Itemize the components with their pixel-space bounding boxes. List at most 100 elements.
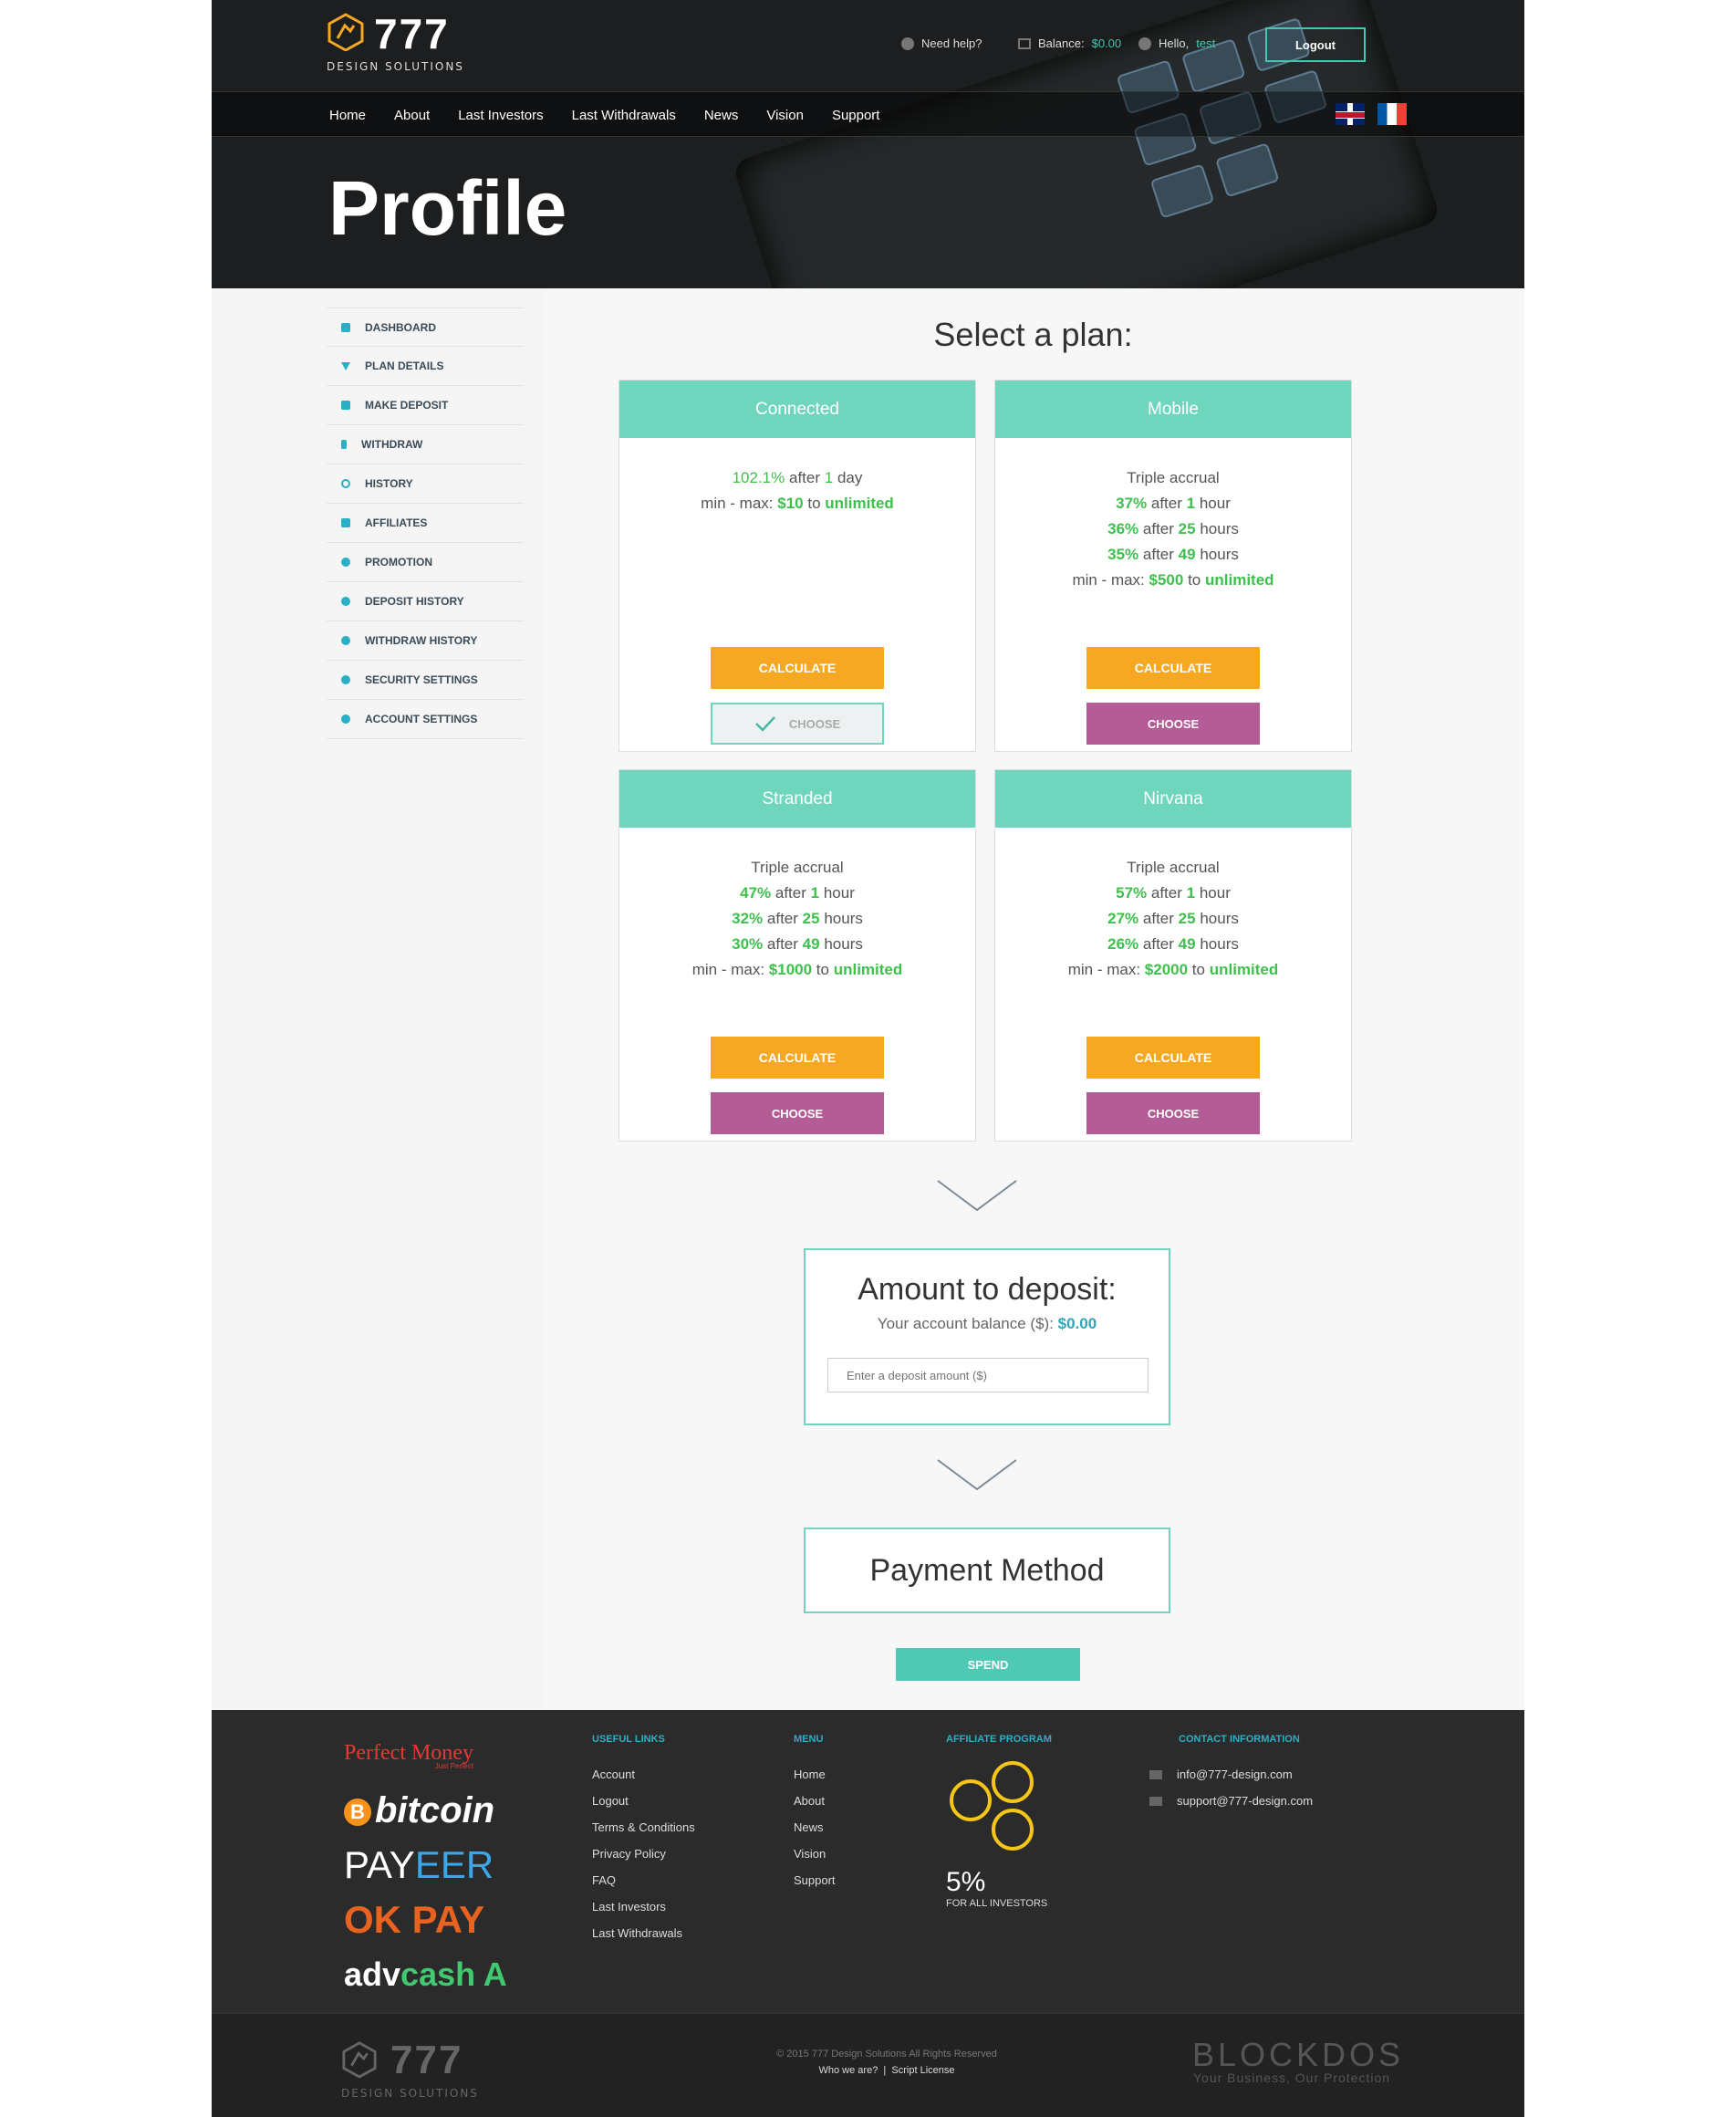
footer-logo-hexagon-icon (342, 2041, 377, 2079)
payment-method-title: Payment Method (869, 1552, 1105, 1588)
footer-menu-news[interactable]: News (794, 1814, 836, 1841)
hero-header: 777 DESIGN SOLUTIONS Need help? Balance:… (212, 0, 1524, 288)
affiliate-subtitle: FOR ALL INVESTORS (946, 1898, 1048, 1909)
sidebar-item-withdraw[interactable]: WITHDRAW (327, 425, 524, 464)
payment-method-box[interactable]: Payment Method (804, 1528, 1170, 1613)
sidebar-item-make-deposit[interactable]: MAKE DEPOSIT (327, 386, 524, 425)
footer-link-last-withdrawals[interactable]: Last Withdrawals (592, 1920, 695, 1946)
footer-link-privacy[interactable]: Privacy Policy (592, 1841, 695, 1867)
footer-link-faq[interactable]: FAQ (592, 1867, 695, 1893)
affiliates-icon (341, 518, 350, 527)
sidebar-item-affiliates[interactable]: AFFILIATES (327, 504, 524, 543)
nav-vision[interactable]: Vision (766, 108, 804, 123)
plan-name: Mobile (995, 381, 1351, 438)
footer-menu-home[interactable]: Home (794, 1761, 836, 1788)
chevron-down-icon (937, 1459, 1017, 1491)
security-settings-icon (341, 675, 350, 684)
plan-rate-line: 102.1% after 1 day (732, 469, 863, 486)
page: 777 DESIGN SOLUTIONS Need help? Balance:… (212, 0, 1524, 2117)
nav-home[interactable]: Home (329, 108, 366, 123)
calculate-button[interactable]: CALCULATE (1086, 647, 1260, 689)
deposit-amount-input[interactable] (827, 1358, 1149, 1392)
footer-logo-subtitle: DESIGN SOLUTIONS (341, 2087, 479, 2100)
plan-details: 102.1% after 1 day min - max: $10 to unl… (619, 438, 975, 516)
nav-support[interactable]: Support (832, 108, 880, 123)
account-balance-line: Your account balance ($): $0.00 (877, 1315, 1097, 1332)
nav-last-investors[interactable]: Last Investors (458, 108, 543, 123)
footer-link-logout[interactable]: Logout (592, 1788, 695, 1814)
french-flag-icon[interactable] (1377, 103, 1407, 125)
top-bar: 777 DESIGN SOLUTIONS Need help? Balance:… (212, 0, 1524, 91)
user-greeting: Hello, test (1138, 36, 1215, 50)
nav-last-withdrawals[interactable]: Last Withdrawals (572, 108, 676, 123)
history-icon (341, 479, 350, 488)
footer-menu-vision[interactable]: Vision (794, 1841, 836, 1867)
sidebar-item-dashboard[interactable]: DASHBOARD (327, 308, 524, 347)
calculate-button[interactable]: CALCULATE (1086, 1037, 1260, 1079)
plan-details: Triple accrual 47% after 1 hour 32% afte… (619, 828, 975, 983)
nav-news[interactable]: News (704, 108, 739, 123)
deposit-amount-box: Amount to deposit: Your account balance … (804, 1248, 1170, 1425)
payeer-logo: PAYEER (344, 1843, 494, 1886)
advcash-logo: advcash A (344, 1955, 507, 1993)
footer-link-account[interactable]: Account (592, 1761, 695, 1788)
main-content: Select a plan: Connected 102.1% after 1 … (542, 288, 1524, 1710)
calculate-button[interactable]: CALCULATE (711, 647, 884, 689)
select-plan-title: Select a plan: (933, 316, 1133, 353)
balance-display: Balance: $0.00 (1018, 36, 1121, 50)
plan-min-max: min - max: $500 to unlimited (1072, 571, 1274, 589)
footer-logo-number: 777 (390, 2038, 463, 2082)
plan-triple-accrual: Triple accrual (1127, 859, 1220, 876)
contact-column: CONTACT INFORMATION info@777-design.com … (1149, 1734, 1313, 1814)
plan-min-max: min - max: $10 to unlimited (701, 495, 894, 512)
plan-rate-line: 47% after 1 hour (740, 884, 855, 902)
blockdos-tagline: Your Business, Our Protection (1193, 2070, 1391, 2085)
sidebar-item-account-settings[interactable]: ACCOUNT SETTINGS (327, 700, 524, 739)
plan-name: Connected (619, 381, 975, 438)
choose-button[interactable]: CHOOSE (1086, 1092, 1260, 1134)
calculate-button[interactable]: CALCULATE (711, 1037, 884, 1079)
site-logo[interactable]: 777 DESIGN SOLUTIONS (327, 10, 463, 77)
sidebar-item-history[interactable]: HISTORY (327, 464, 524, 504)
profile-sidebar: DASHBOARD PLAN DETAILS MAKE DEPOSIT WITH… (327, 308, 524, 739)
footer-link-last-investors[interactable]: Last Investors (592, 1893, 695, 1920)
choose-button[interactable]: CHOOSE (1086, 703, 1260, 745)
contact-email-info[interactable]: info@777-design.com (1149, 1761, 1313, 1788)
sidebar-item-plan-details[interactable]: PLAN DETAILS (327, 347, 524, 386)
plan-name: Stranded (619, 770, 975, 828)
plan-card-connected: Connected 102.1% after 1 day min - max: … (619, 380, 976, 752)
sidebar-item-promotion[interactable]: PROMOTION (327, 543, 524, 582)
payment-logos: Perfect Money Just Perfect Bbitcoin PAYEE… (344, 1728, 526, 2002)
nav-links: Home About Last Investors Last Withdrawa… (329, 92, 879, 138)
footer-menu-about[interactable]: About (794, 1788, 836, 1814)
plan-rate-line: 30% after 49 hours (732, 935, 863, 953)
okpay-logo: OK PAY (344, 1898, 485, 1941)
contact-email-support[interactable]: support@777-design.com (1149, 1788, 1313, 1814)
blockdos-logo[interactable]: BLOCKDOS (1192, 2036, 1404, 2074)
dashboard-icon (341, 322, 350, 332)
balance-value: $0.00 (1091, 36, 1122, 50)
sidebar-item-withdraw-history[interactable]: WITHDRAW HISTORY (327, 621, 524, 661)
footer-menu-support[interactable]: Support (794, 1867, 836, 1893)
copyright: © 2015 777 Design Solutions All Rights R… (776, 2049, 997, 2076)
footer-bottom-bar: 777 DESIGN SOLUTIONS © 2015 777 Design S… (212, 2013, 1524, 2117)
sidebar-item-deposit-history[interactable]: DEPOSIT HISTORY (327, 582, 524, 621)
english-flag-icon[interactable] (1336, 103, 1365, 125)
spend-button[interactable]: SPEND (896, 1648, 1080, 1681)
logout-button[interactable]: Logout (1265, 27, 1366, 62)
username[interactable]: test (1196, 36, 1215, 50)
affiliate-percentage: 5% (946, 1867, 986, 1897)
choose-button[interactable]: CHOOSE (711, 1092, 884, 1134)
footer-link-terms[interactable]: Terms & Conditions (592, 1814, 695, 1841)
choose-button-selected[interactable]: CHOOSE (711, 703, 884, 745)
menu-column: MENU Home About News Vision Support (794, 1734, 836, 1893)
script-license-link[interactable]: Script License (891, 2065, 954, 2076)
nav-about[interactable]: About (394, 108, 430, 123)
sidebar-item-security-settings[interactable]: SECURITY SETTINGS (327, 661, 524, 700)
plan-triple-accrual: Triple accrual (751, 859, 844, 876)
main-nav: Home About Last Investors Last Withdrawa… (212, 91, 1524, 137)
who-we-are-link[interactable]: Who we are? (819, 2065, 878, 2076)
plan-rate-line: 32% after 25 hours (732, 910, 863, 927)
menu-heading: MENU (794, 1734, 824, 1745)
need-help-link[interactable]: Need help? (901, 36, 982, 50)
